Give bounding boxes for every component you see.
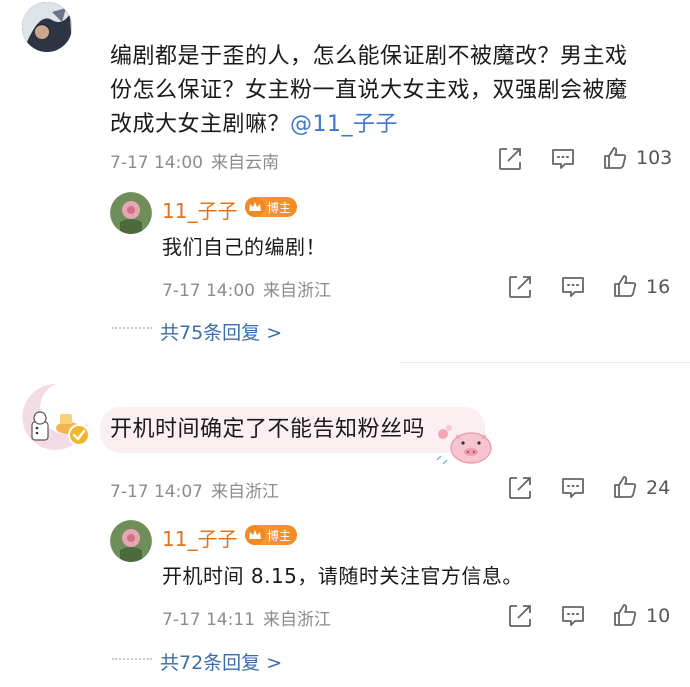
avatar-image	[22, 2, 72, 52]
verified-icon	[68, 424, 90, 446]
timestamp: 7-17 14:11	[162, 610, 255, 630]
timestamp: 7-17 14:00	[162, 281, 255, 301]
avatar[interactable]	[110, 192, 152, 234]
comment-icon[interactable]	[560, 475, 586, 501]
crown-icon	[245, 197, 265, 217]
divider-dots	[112, 327, 152, 329]
more-replies-link[interactable]: 共75条回复 >	[160, 318, 282, 345]
mention-link[interactable]: @11_子子	[290, 112, 398, 137]
timestamp: 7-17 14:00	[110, 153, 203, 173]
location: 来自云南	[210, 153, 279, 173]
like-count: 16	[646, 276, 671, 298]
timestamp: 7-17 14:07	[110, 482, 203, 502]
username[interactable]: 11_子子	[162, 195, 237, 224]
like-icon[interactable]	[602, 145, 628, 171]
location: 来自浙江	[210, 482, 279, 502]
like-count: 24	[646, 477, 671, 499]
share-icon[interactable]	[507, 274, 533, 300]
comment-meta: 7-17 14:00 来自云南	[110, 148, 279, 173]
comment-icon[interactable]	[560, 603, 586, 629]
reply-meta: 7-17 14:11 来自浙江	[162, 605, 331, 630]
reply-text: 开机时间 8.15，请随时关注官方信息。	[162, 564, 523, 588]
comment-meta: 7-17 14:07 来自浙江	[110, 477, 279, 502]
location: 来自浙江	[262, 281, 331, 301]
crown-icon	[245, 525, 265, 545]
divider-dots	[112, 658, 152, 660]
comment-line: 编剧都是于歪的人，怎么能保证剧不被魔改？男主戏	[110, 44, 628, 69]
author-badge: 博主	[245, 525, 298, 545]
username[interactable]: 11_子子	[162, 523, 237, 552]
like-count: 103	[636, 147, 673, 169]
share-icon[interactable]	[497, 146, 523, 172]
badge-label: 博主	[267, 528, 292, 543]
avatar[interactable]	[110, 520, 152, 562]
comment-line: 改成大女主剧嘛？@11_子子	[110, 112, 399, 137]
divider	[400, 362, 690, 363]
like-icon[interactable]	[612, 474, 638, 500]
more-replies-link[interactable]: 共72条回复 >	[160, 648, 282, 675]
like-count: 10	[646, 605, 671, 627]
comment-icon[interactable]	[550, 146, 576, 172]
like-icon[interactable]	[612, 273, 638, 299]
share-icon[interactable]	[507, 475, 533, 501]
comment-line: 份怎么保证？女主粉一直说大女主戏，双强剧会被魔	[110, 78, 628, 103]
author-badge: 博主	[245, 197, 298, 217]
avatar-image	[110, 520, 152, 562]
comment-icon[interactable]	[560, 274, 586, 300]
reply-meta: 7-17 14:00 来自浙江	[162, 276, 331, 301]
comment-text: 编剧都是于歪的人，怎么能保证剧不被魔改？男主戏 份怎么保证？女主粉一直说大女主戏…	[110, 40, 670, 142]
avatar-image	[110, 192, 152, 234]
location: 来自浙江	[262, 610, 331, 630]
like-icon[interactable]	[612, 602, 638, 628]
avatar[interactable]	[22, 2, 72, 52]
share-icon[interactable]	[507, 603, 533, 629]
pig-sticker-icon	[436, 425, 492, 465]
badge-label: 博主	[267, 200, 292, 215]
comment-text: 开机时间确定了不能告知粉丝吗	[110, 417, 426, 442]
reply-text: 我们自己的编剧！	[162, 235, 326, 259]
